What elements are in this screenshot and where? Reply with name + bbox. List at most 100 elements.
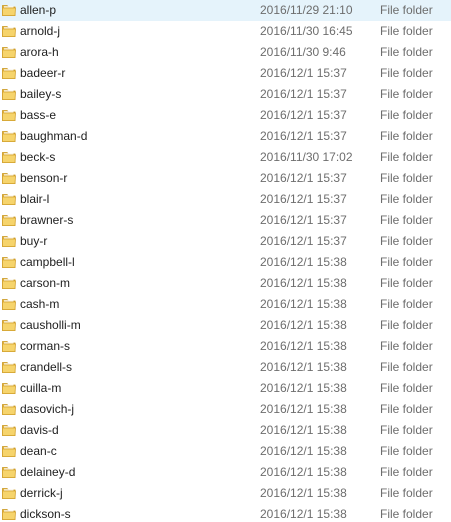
file-name[interactable]: bass-e: [20, 105, 56, 126]
folder-icon: [2, 297, 16, 311]
file-row[interactable]: brawner-s 2016/12/1 15:37 File folder: [0, 210, 451, 231]
file-row[interactable]: badeer-r 2016/12/1 15:37 File folder: [0, 63, 451, 84]
file-name[interactable]: bailey-s: [20, 84, 61, 105]
file-name[interactable]: derrick-j: [20, 483, 63, 504]
file-type: File folder: [380, 45, 433, 59]
file-row[interactable]: arora-h 2016/11/30 9:46 File folder: [0, 42, 451, 63]
date-modified: 2016/12/1 15:38: [260, 255, 347, 269]
date-modified: 2016/12/1 15:38: [260, 423, 347, 437]
file-name[interactable]: allen-p: [20, 0, 56, 21]
date-modified: 2016/11/30 16:45: [260, 24, 353, 38]
file-row[interactable]: cash-m 2016/12/1 15:38 File folder: [0, 294, 451, 315]
date-modified: 2016/12/1 15:38: [260, 444, 347, 458]
file-type: File folder: [380, 507, 433, 521]
date-modified: 2016/11/29 21:10: [260, 3, 353, 17]
date-modified: 2016/12/1 15:38: [260, 486, 347, 500]
file-type: File folder: [380, 213, 433, 227]
file-row[interactable]: derrick-j 2016/12/1 15:38 File folder: [0, 483, 451, 504]
date-modified: 2016/11/30 9:46: [260, 45, 346, 59]
file-name[interactable]: dickson-s: [20, 504, 71, 522]
file-name[interactable]: dean-c: [20, 441, 57, 462]
folder-icon: [2, 108, 16, 122]
file-type: File folder: [380, 255, 433, 269]
file-row[interactable]: bass-e 2016/12/1 15:37 File folder: [0, 105, 451, 126]
file-name[interactable]: davis-d: [20, 420, 59, 441]
file-row[interactable]: delainey-d 2016/12/1 15:38 File folder: [0, 462, 451, 483]
file-type: File folder: [380, 297, 433, 311]
file-name[interactable]: causholli-m: [20, 315, 81, 336]
file-row[interactable]: campbell-l 2016/12/1 15:38 File folder: [0, 252, 451, 273]
file-name[interactable]: buy-r: [20, 231, 47, 252]
date-modified: 2016/12/1 15:37: [260, 234, 347, 248]
file-type: File folder: [380, 276, 433, 290]
file-row[interactable]: crandell-s 2016/12/1 15:38 File folder: [0, 357, 451, 378]
folder-icon: [2, 192, 16, 206]
file-row[interactable]: carson-m 2016/12/1 15:38 File folder: [0, 273, 451, 294]
file-row[interactable]: allen-p 2016/11/29 21:10 File folder: [0, 0, 451, 21]
file-row[interactable]: dickson-s 2016/12/1 15:38 File folder: [0, 504, 451, 522]
file-row[interactable]: dasovich-j 2016/12/1 15:38 File folder: [0, 399, 451, 420]
folder-icon: [2, 507, 16, 521]
file-name[interactable]: arnold-j: [20, 21, 60, 42]
folder-icon: [2, 339, 16, 353]
file-name[interactable]: dasovich-j: [20, 399, 74, 420]
folder-icon: [2, 45, 16, 59]
date-modified: 2016/12/1 15:38: [260, 465, 347, 479]
file-type: File folder: [380, 465, 433, 479]
file-row[interactable]: dean-c 2016/12/1 15:38 File folder: [0, 441, 451, 462]
file-name[interactable]: brawner-s: [20, 210, 73, 231]
file-row[interactable]: baughman-d 2016/12/1 15:37 File folder: [0, 126, 451, 147]
folder-icon: [2, 24, 16, 38]
file-name[interactable]: benson-r: [20, 168, 67, 189]
date-modified: 2016/12/1 15:38: [260, 507, 347, 521]
date-modified: 2016/12/1 15:37: [260, 129, 347, 143]
file-name[interactable]: blair-l: [20, 189, 49, 210]
folder-icon: [2, 402, 16, 416]
file-row[interactable]: corman-s 2016/12/1 15:38 File folder: [0, 336, 451, 357]
file-name[interactable]: beck-s: [20, 147, 55, 168]
file-type: File folder: [380, 150, 433, 164]
file-row[interactable]: cuilla-m 2016/12/1 15:38 File folder: [0, 378, 451, 399]
folder-icon: [2, 276, 16, 290]
date-modified: 2016/12/1 15:38: [260, 381, 347, 395]
file-row[interactable]: arnold-j 2016/11/30 16:45 File folder: [0, 21, 451, 42]
file-name[interactable]: cuilla-m: [20, 378, 61, 399]
file-type: File folder: [380, 444, 433, 458]
file-name[interactable]: baughman-d: [20, 126, 87, 147]
file-row[interactable]: beck-s 2016/11/30 17:02 File folder: [0, 147, 451, 168]
file-type: File folder: [380, 87, 433, 101]
date-modified: 2016/12/1 15:38: [260, 402, 347, 416]
file-row[interactable]: davis-d 2016/12/1 15:38 File folder: [0, 420, 451, 441]
file-name[interactable]: arora-h: [20, 42, 59, 63]
file-row[interactable]: benson-r 2016/12/1 15:37 File folder: [0, 168, 451, 189]
date-modified: 2016/12/1 15:37: [260, 192, 347, 206]
file-type: File folder: [380, 381, 433, 395]
folder-icon: [2, 171, 16, 185]
file-name[interactable]: badeer-r: [20, 63, 65, 84]
file-row[interactable]: blair-l 2016/12/1 15:37 File folder: [0, 189, 451, 210]
file-type: File folder: [380, 423, 433, 437]
file-name[interactable]: crandell-s: [20, 357, 72, 378]
file-row[interactable]: bailey-s 2016/12/1 15:37 File folder: [0, 84, 451, 105]
file-row[interactable]: buy-r 2016/12/1 15:37 File folder: [0, 231, 451, 252]
file-type: File folder: [380, 318, 433, 332]
date-modified: 2016/12/1 15:37: [260, 108, 347, 122]
file-name[interactable]: carson-m: [20, 273, 70, 294]
file-name[interactable]: campbell-l: [20, 252, 75, 273]
date-modified: 2016/12/1 15:38: [260, 276, 347, 290]
date-modified: 2016/12/1 15:37: [260, 171, 347, 185]
date-modified: 2016/12/1 15:38: [260, 297, 347, 311]
date-modified: 2016/11/30 17:02: [260, 150, 353, 164]
file-type: File folder: [380, 486, 433, 500]
file-row[interactable]: causholli-m 2016/12/1 15:38 File folder: [0, 315, 451, 336]
folder-icon: [2, 150, 16, 164]
folder-icon: [2, 381, 16, 395]
file-type: File folder: [380, 360, 433, 374]
folder-icon: [2, 255, 16, 269]
folder-icon: [2, 3, 16, 17]
file-name[interactable]: corman-s: [20, 336, 70, 357]
folder-icon: [2, 87, 16, 101]
folder-icon: [2, 318, 16, 332]
file-name[interactable]: delainey-d: [20, 462, 75, 483]
file-name[interactable]: cash-m: [20, 294, 59, 315]
